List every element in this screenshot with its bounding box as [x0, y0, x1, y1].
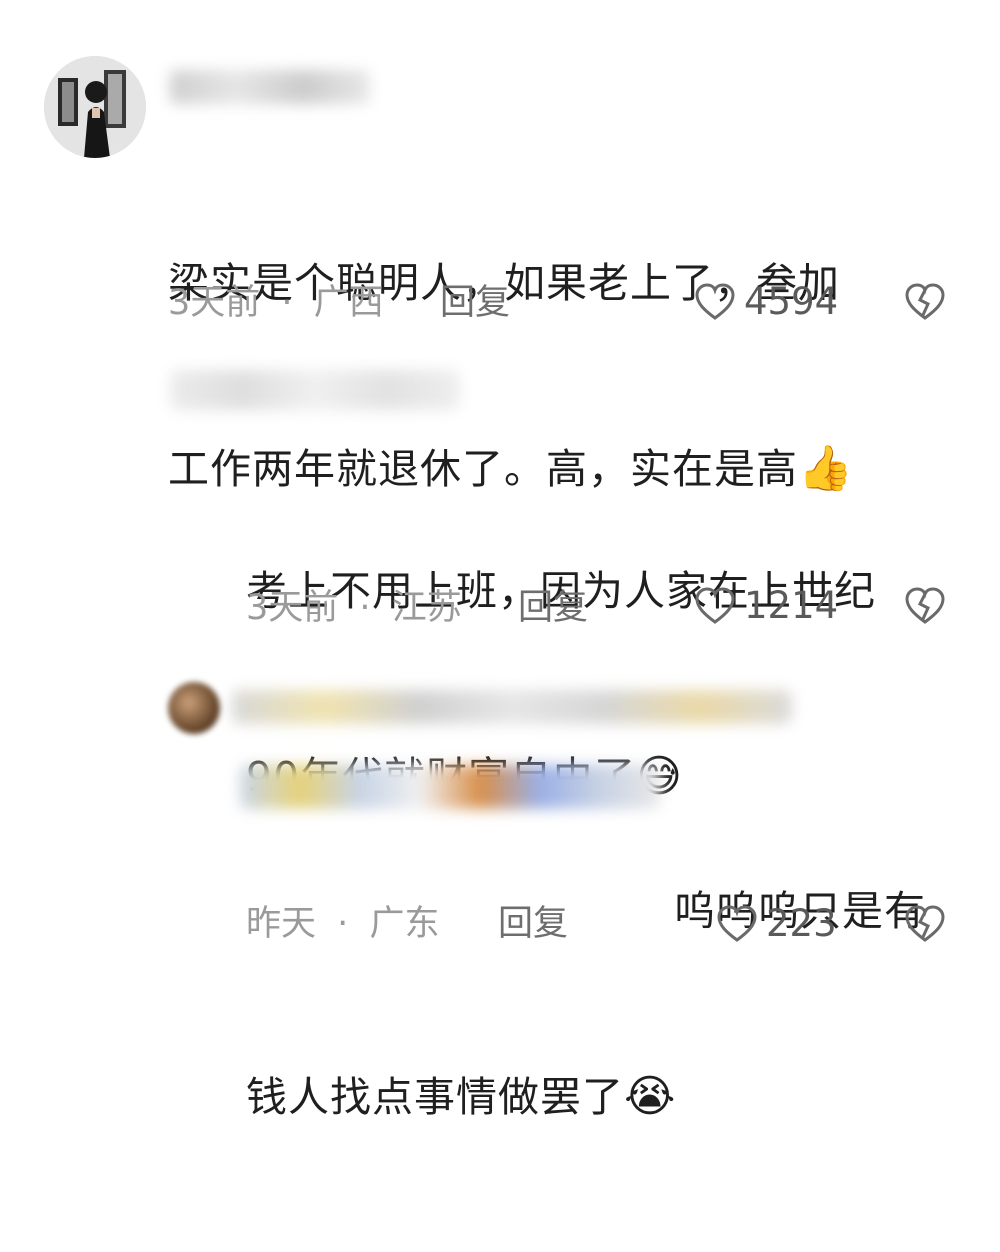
reply-header-blurred[interactable]: [232, 690, 792, 724]
avatar[interactable]: [44, 56, 146, 158]
meta-separator: ·: [359, 588, 371, 628]
comment-location: 广西: [313, 283, 384, 323]
username-blurred[interactable]: [170, 70, 370, 104]
reply-time: 3天前: [246, 588, 339, 628]
reply-header-blurred[interactable]: [170, 370, 460, 410]
reply-meta: 3天前 · 江苏: [246, 588, 462, 628]
like-count: 223: [766, 902, 837, 945]
comment-time: 3天前: [168, 283, 261, 323]
reply-text: 呜呜呜只是有 钱人找点事情做罢了😭: [246, 756, 976, 1252]
reply-location: 广东: [369, 904, 440, 944]
meta-separator: ·: [337, 904, 349, 944]
reply-meta: 昨天 · 广东: [246, 904, 439, 944]
heart-outline-icon[interactable]: [694, 282, 736, 322]
reply-button[interactable]: 回复: [440, 283, 510, 323]
crying-emoji: 😭: [624, 1071, 677, 1122]
reply-button[interactable]: 回复: [498, 904, 568, 944]
like-count: 1214: [744, 584, 839, 627]
reply-location: 江苏: [391, 588, 462, 628]
reply-line-2-text: 钱人找点事情做罢了: [246, 1073, 624, 1121]
avatar-image: [44, 56, 146, 158]
reply-line-2: 钱人找点事情做罢了😭: [246, 1066, 976, 1128]
broken-heart-icon[interactable]: [904, 586, 946, 626]
broken-heart-icon[interactable]: [904, 282, 946, 322]
comment-meta: 3天前 · 广西: [168, 283, 384, 323]
heart-outline-icon[interactable]: [716, 904, 758, 944]
meta-separator: ·: [281, 283, 293, 323]
avatar[interactable]: [168, 682, 220, 734]
heart-outline-icon[interactable]: [694, 586, 736, 626]
like-count: 4594: [744, 280, 839, 323]
broken-heart-icon[interactable]: [904, 904, 946, 944]
reply-button[interactable]: 回复: [518, 588, 588, 628]
reply-time: 昨天: [246, 904, 317, 944]
